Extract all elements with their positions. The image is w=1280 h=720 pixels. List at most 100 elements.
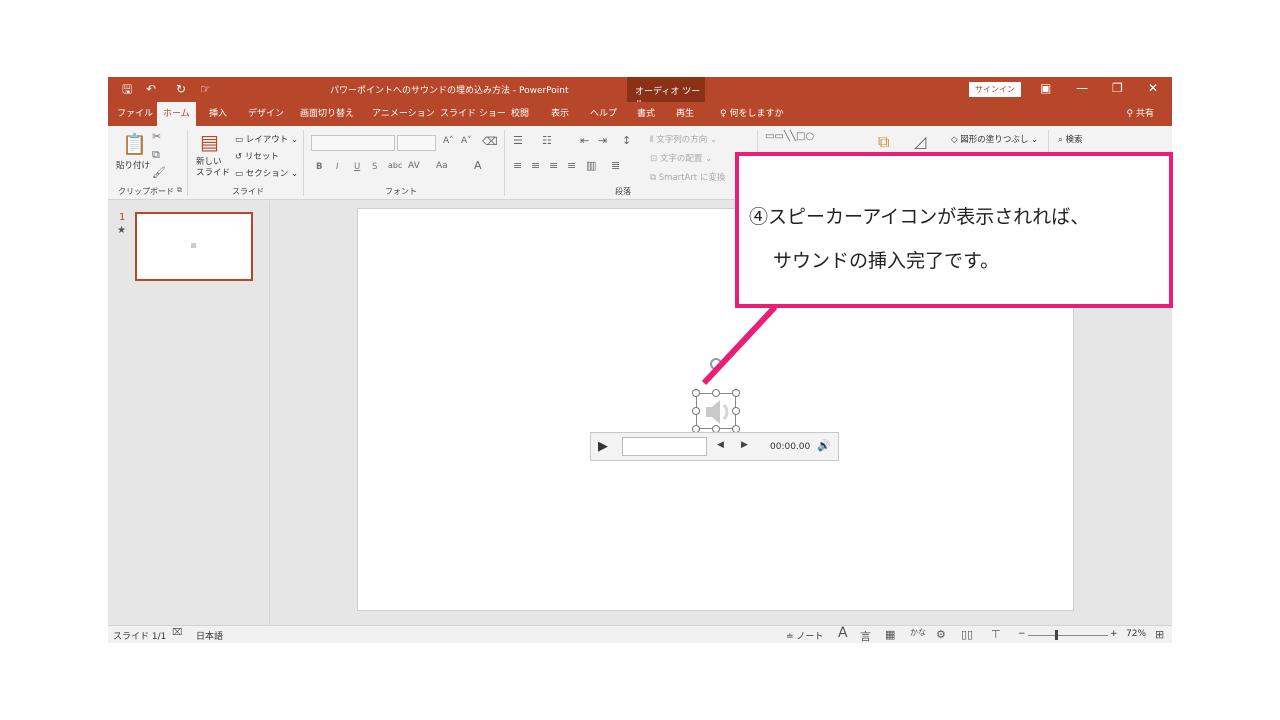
justify-icon[interactable]: ≡ (567, 159, 576, 172)
group-divider (504, 130, 505, 196)
volume-icon[interactable]: 🔊 (817, 439, 831, 452)
audio-icon-selection[interactable] (692, 389, 740, 433)
resize-handle[interactable] (692, 407, 700, 415)
font-group-label: フォント (385, 187, 417, 196)
clear-format-icon[interactable]: ⌫ (482, 135, 498, 148)
zoom-in-button[interactable]: + (1110, 629, 1118, 639)
font-size-combo[interactable] (397, 135, 436, 151)
find-button[interactable]: ⌕ 検索 (1058, 133, 1082, 145)
font-name-combo[interactable] (311, 135, 395, 151)
new-slide-icon[interactable]: ▤ (200, 130, 219, 154)
language-indicator[interactable]: 日本語 (196, 629, 223, 642)
char-spacing-icon[interactable]: AV (408, 161, 420, 171)
tab-design[interactable]: デザイン (242, 102, 290, 126)
cut-icon[interactable]: ✂ (152, 130, 161, 143)
section-button[interactable]: ▭ セクション ⌄ (235, 167, 298, 179)
animation-star-icon: ★ (117, 225, 126, 236)
change-case-icon[interactable]: Aa (436, 161, 448, 171)
align-right-icon[interactable]: ≡ (549, 159, 558, 172)
zoom-out-button[interactable]: − (1018, 629, 1026, 639)
tell-me-search[interactable]: ♀ 何をしますか (714, 102, 789, 126)
tab-review[interactable]: 校閲 (505, 102, 535, 126)
person-icon: ⚲ (1126, 109, 1134, 119)
copy-icon[interactable]: ⧉ (152, 148, 160, 162)
notes-button[interactable]: ≐ ノート (786, 629, 823, 642)
tab-view[interactable]: 表示 (545, 102, 575, 126)
underline-button[interactable]: U (354, 162, 360, 172)
skip-forward-button[interactable]: ▶ (741, 440, 748, 450)
thumbnail-slide-number: 1 (119, 212, 126, 223)
text-size-icon[interactable]: A (838, 625, 848, 641)
dialog-launcher-icon[interactable]: ⧉ (177, 186, 182, 195)
quick-styles-icon[interactable]: ◿ (914, 132, 926, 151)
smartart-button[interactable]: ⧉ SmartArt に変換 (650, 171, 725, 183)
layout-button[interactable]: ▭ レイアウト ⌄ (235, 133, 298, 145)
minimize-button[interactable]: — (1076, 81, 1088, 95)
new-slide-label[interactable]: 新しい スライド (196, 157, 230, 179)
italic-button[interactable]: I (336, 162, 339, 172)
shape-fill-button[interactable]: ◇ 図形の塗りつぶし ⌄ (951, 133, 1038, 145)
touch-mode-icon[interactable]: ☞ (200, 81, 211, 97)
close-button[interactable]: ✕ (1148, 81, 1158, 95)
align-center-icon[interactable]: ≡ (531, 159, 540, 172)
slide-thumbnail[interactable] (135, 212, 253, 281)
paste-icon[interactable]: 📋 (122, 132, 147, 156)
tab-format[interactable]: 書式 (631, 102, 661, 126)
reset-button[interactable]: ↺ リセット (235, 150, 279, 162)
slideshow-view-icon[interactable]: ⊤ (991, 628, 1001, 641)
strikethrough-icon[interactable]: abc (388, 161, 402, 170)
tab-insert[interactable]: 挿入 (203, 102, 233, 126)
align-left-icon[interactable]: ≡ (513, 159, 522, 172)
format-painter-icon[interactable]: 🖌 (152, 166, 166, 179)
table-icon[interactable]: ▦ (885, 628, 895, 641)
decrease-indent-icon[interactable]: ⇤ (580, 134, 589, 147)
resize-handle[interactable] (712, 389, 720, 397)
resize-handle[interactable] (732, 407, 740, 415)
tab-animations[interactable]: アニメーション (366, 102, 441, 126)
fit-slide-icon[interactable]: ⊞ (1155, 628, 1164, 641)
line-spacing-icon[interactable]: ↕ (622, 134, 631, 147)
settings-gear-icon[interactable]: ⚙ (936, 628, 946, 641)
restore-button[interactable]: ❐ (1112, 81, 1123, 95)
redo-icon[interactable]: ↻ (176, 81, 186, 97)
text-direction-button[interactable]: ⫴ 文字列の方向 ⌄ (650, 133, 717, 145)
shapes-gallery-icon[interactable]: ▭▭╲╲□○ (765, 131, 814, 142)
ribbon-display-options-icon[interactable]: ▣ (1040, 81, 1051, 95)
signin-button[interactable]: サインイン (969, 82, 1021, 97)
align-text-button[interactable]: ⊡ 文字の配置 ⌄ (650, 152, 712, 164)
bullets-icon[interactable]: ☰ (513, 134, 523, 147)
tab-help[interactable]: ヘルプ (584, 102, 623, 126)
reading-view-icon[interactable]: ▯▯ (961, 628, 973, 641)
shadow-button[interactable]: S (372, 162, 377, 172)
grow-font-icon[interactable]: A˄ (443, 136, 454, 146)
tab-transitions[interactable]: 画面切り替え (294, 102, 360, 126)
tab-playback[interactable]: 再生 (670, 102, 700, 126)
undo-icon[interactable]: ↶ (146, 81, 156, 97)
skip-back-button[interactable]: ◀ (717, 440, 724, 450)
spellcheck-icon[interactable]: ⌧ (172, 628, 182, 638)
font-color-icon[interactable]: A (474, 159, 482, 172)
increase-indent-icon[interactable]: ⇥ (598, 134, 607, 147)
shrink-font-icon[interactable]: A˅ (461, 136, 472, 146)
furigana-icon[interactable]: ⾔ (860, 628, 871, 643)
paragraph-spacing-icon[interactable]: ≣ (611, 159, 620, 172)
zoom-slider[interactable] (1028, 635, 1108, 636)
rotate-handle[interactable] (710, 358, 722, 370)
zoom-percent[interactable]: 72% (1126, 629, 1146, 639)
tab-file[interactable]: ファイル (111, 102, 159, 126)
save-icon[interactable]: 🖫 (122, 81, 132, 97)
play-button[interactable]: ▶ (598, 439, 608, 454)
columns-icon[interactable]: ▥ (586, 159, 596, 172)
tab-slideshow[interactable]: スライド ショー (434, 102, 512, 126)
arrange-icon[interactable]: ⧉ (878, 132, 889, 152)
numbering-icon[interactable]: ☷ (542, 134, 552, 147)
audio-progress-bar[interactable] (622, 437, 707, 456)
paste-label[interactable]: 貼り付け (116, 159, 150, 171)
resize-handle[interactable] (732, 389, 740, 397)
tab-home[interactable]: ホーム (157, 102, 196, 126)
share-button[interactable]: ⚲ 共有 (1127, 102, 1154, 126)
kana-toggle-icon[interactable]: かな (910, 627, 926, 638)
bold-button[interactable]: B (316, 162, 322, 172)
zoom-slider-thumb[interactable] (1055, 630, 1058, 640)
resize-handle[interactable] (692, 389, 700, 397)
